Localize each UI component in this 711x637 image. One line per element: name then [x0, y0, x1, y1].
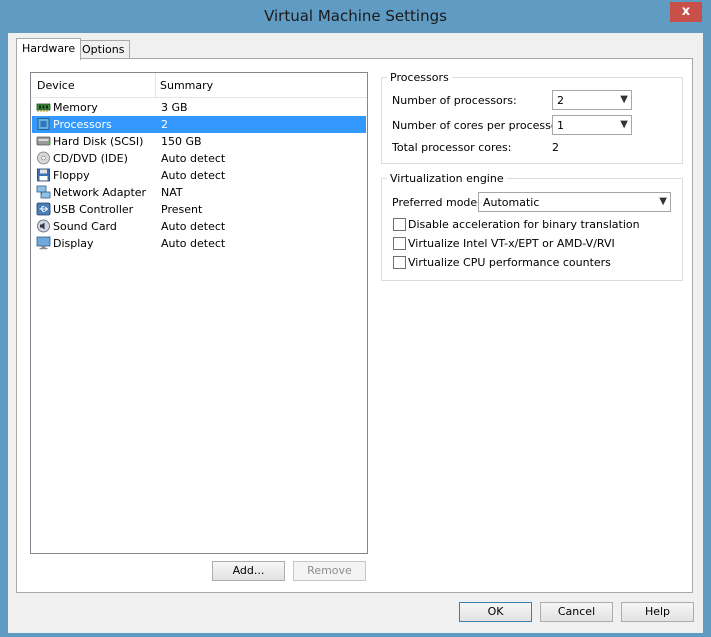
add-button[interactable]: Add...: [212, 561, 285, 581]
device-name: Memory: [53, 101, 98, 114]
hard-disk-icon: [36, 136, 51, 146]
device-row-cd-dvd[interactable]: CD/DVD (IDE) Auto detect: [32, 150, 366, 167]
tab-hardware[interactable]: Hardware: [16, 38, 82, 60]
device-summary: 2: [161, 118, 168, 131]
total-cores-value: 2: [552, 141, 559, 154]
usb-icon: [36, 202, 51, 216]
device-name: Network Adapter: [53, 186, 147, 199]
column-device[interactable]: Device: [37, 79, 75, 92]
device-summary: Auto detect: [161, 220, 226, 233]
column-divider[interactable]: [155, 73, 156, 97]
total-cores-label: Total processor cores:: [392, 141, 512, 154]
num-processors-value: 2: [557, 94, 564, 107]
num-processors-label: Number of processors:: [392, 94, 517, 107]
device-row-hard-disk[interactable]: Hard Disk (SCSI) 150 GB: [32, 133, 366, 150]
device-row-memory[interactable]: Memory 3 GB: [32, 99, 366, 116]
cores-per-processor-select[interactable]: 1 ▼: [552, 115, 632, 135]
device-list[interactable]: Device Summary Memory 3 GB Processors 2 …: [30, 72, 368, 554]
close-button[interactable]: x: [670, 2, 702, 22]
virtualize-vtx-label[interactable]: Virtualize Intel VT-x/EPT or AMD-V/RVI: [408, 237, 615, 250]
virtualize-vtx-checkbox[interactable]: [393, 237, 406, 250]
device-name: Sound Card: [53, 220, 117, 233]
preferred-mode-select[interactable]: Automatic ▼: [478, 192, 671, 212]
close-icon: x: [681, 4, 691, 19]
virtualize-perf-counters-label[interactable]: Virtualize CPU performance counters: [408, 256, 611, 269]
device-row-network-adapter[interactable]: Network Adapter NAT: [32, 184, 366, 201]
device-summary: 150 GB: [161, 135, 202, 148]
processors-group: Processors Number of processors: 2 ▼ Num…: [381, 71, 683, 164]
device-summary: NAT: [161, 186, 183, 199]
memory-icon: [36, 103, 51, 112]
hardware-panel: Device Summary Memory 3 GB Processors 2 …: [16, 58, 693, 593]
virtualization-group: Virtualization engine Preferred mode: Au…: [381, 172, 683, 281]
cores-label: Number of cores per processor:: [392, 119, 566, 132]
cores-value: 1: [557, 119, 564, 132]
help-button[interactable]: Help: [621, 602, 694, 622]
device-row-display[interactable]: Display Auto detect: [32, 235, 366, 252]
device-name: Floppy: [53, 169, 90, 182]
cancel-button[interactable]: Cancel: [540, 602, 613, 622]
device-name: Display: [53, 237, 94, 250]
tab-options-label: Options: [82, 43, 125, 56]
disable-binary-translation-label[interactable]: Disable acceleration for binary translat…: [408, 218, 640, 231]
list-header: Device Summary: [31, 73, 367, 98]
preferred-mode-label: Preferred mode:: [392, 196, 481, 209]
network-adapter-icon: [36, 185, 51, 199]
window-title: Virtual Machine Settings: [264, 7, 447, 25]
processor-icon: [37, 118, 50, 130]
device-row-floppy[interactable]: Floppy Auto detect: [32, 167, 366, 184]
device-name: USB Controller: [53, 203, 134, 216]
cd-dvd-icon: [37, 151, 50, 165]
device-summary: Auto detect: [161, 237, 226, 250]
chevron-down-icon: ▼: [620, 94, 628, 105]
device-summary: 3 GB: [161, 101, 188, 114]
tab-options[interactable]: Options: [76, 40, 131, 58]
device-row-processors[interactable]: Processors 2: [32, 116, 366, 133]
floppy-icon: [37, 168, 50, 182]
sound-card-icon: [37, 219, 50, 233]
virtualize-perf-counters-checkbox[interactable]: [393, 256, 406, 269]
chevron-down-icon: ▼: [620, 119, 628, 130]
dialog-window: Virtual Machine Settings x Hardware Opti…: [0, 0, 711, 637]
display-icon: [36, 236, 51, 250]
processors-group-title: Processors: [387, 71, 452, 84]
device-summary: Present: [161, 203, 203, 216]
device-name: Processors: [53, 118, 112, 131]
device-row-sound-card[interactable]: Sound Card Auto detect: [32, 218, 366, 235]
title-bar[interactable]: Virtual Machine Settings x: [0, 0, 711, 33]
tab-hardware-label: Hardware: [22, 42, 76, 55]
device-name: Hard Disk (SCSI): [53, 135, 144, 148]
device-summary: Auto detect: [161, 152, 226, 165]
device-summary: Auto detect: [161, 169, 226, 182]
preferred-mode-value: Automatic: [483, 196, 540, 209]
column-summary[interactable]: Summary: [160, 79, 213, 92]
num-processors-select[interactable]: 2 ▼: [552, 90, 632, 110]
remove-button[interactable]: Remove: [293, 561, 366, 581]
chevron-down-icon: ▼: [659, 196, 667, 207]
device-row-usb-controller[interactable]: USB Controller Present: [32, 201, 366, 218]
virtualization-group-title: Virtualization engine: [387, 172, 507, 185]
disable-binary-translation-checkbox[interactable]: [393, 218, 406, 231]
dialog-body: Hardware Options Device Summary Memory 3…: [8, 33, 703, 633]
ok-button[interactable]: OK: [459, 602, 532, 622]
device-name: CD/DVD (IDE): [53, 152, 128, 165]
